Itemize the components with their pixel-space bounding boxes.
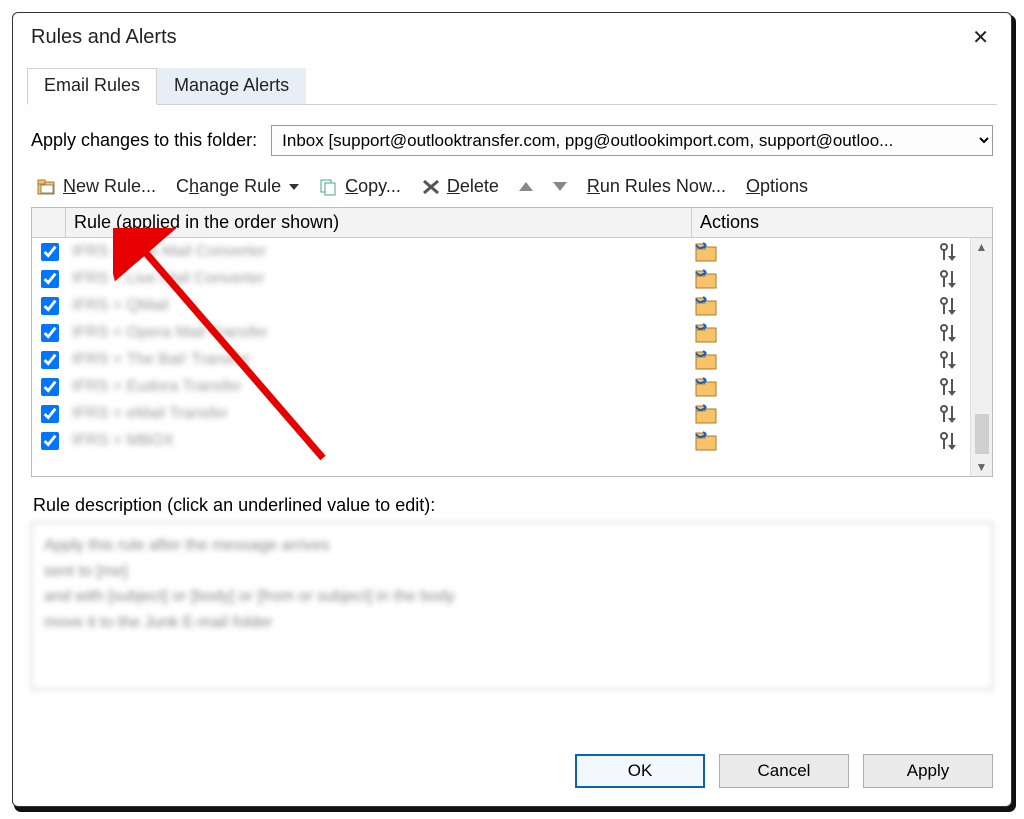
options-button[interactable]: Options <box>742 174 812 199</box>
new-rule-icon <box>37 178 57 196</box>
action-move-to-folder-icon <box>692 268 720 290</box>
rules-body: IFRS = Map Mail Converter IFRS = Live Mai… <box>32 238 992 476</box>
action-move-to-folder-icon <box>692 376 720 398</box>
arrow-up-icon <box>519 182 533 191</box>
change-rule-button[interactable]: Change Rule <box>172 174 303 199</box>
action-settings-icon <box>936 268 964 290</box>
table-row[interactable]: IFRS = The Bat! Transfer <box>32 346 992 373</box>
copy-icon <box>319 178 339 196</box>
tab-manage-alerts[interactable]: Manage Alerts <box>157 68 306 104</box>
table-row[interactable]: IFRS = Live Mail Converter <box>32 265 992 292</box>
ok-button[interactable]: OK <box>575 754 705 788</box>
action-move-to-folder-icon <box>692 241 720 263</box>
action-move-to-folder-icon <box>692 403 720 425</box>
table-row[interactable]: IFRS = MBOX <box>32 427 992 454</box>
table-row[interactable]: IFRS = Map Mail Converter <box>32 238 992 265</box>
col-checkbox <box>32 208 66 237</box>
dialog-title: Rules and Alerts <box>31 26 177 49</box>
close-icon[interactable]: ✕ <box>966 23 995 52</box>
rule-checkbox[interactable] <box>32 402 66 426</box>
titlebar: Rules and Alerts ✕ <box>13 13 1011 56</box>
new-rule-button[interactable]: New Rule... <box>33 174 160 199</box>
rule-checkbox[interactable] <box>32 321 66 345</box>
rule-checkbox[interactable] <box>32 267 66 291</box>
action-settings-icon <box>936 403 964 425</box>
action-settings-icon <box>936 241 964 263</box>
scroll-down-icon[interactable]: ▼ <box>974 458 990 476</box>
chevron-down-icon <box>289 184 299 190</box>
move-up-button[interactable] <box>515 180 537 193</box>
rule-checkbox[interactable] <box>32 294 66 318</box>
table-row[interactable]: IFRS = Opera Mail Transfer <box>32 319 992 346</box>
table-row[interactable]: IFRS = Eudora Transfer <box>32 373 992 400</box>
tab-strip: Email Rules Manage Alerts <box>27 68 997 105</box>
rules-and-alerts-dialog: Rules and Alerts ✕ Email Rules Manage Al… <box>12 12 1012 807</box>
scrollbar[interactable]: ▲ ▼ <box>970 238 992 476</box>
table-row[interactable]: IFRS = QMail <box>32 292 992 319</box>
rules-header: Rule (applied in the order shown) Action… <box>32 208 992 238</box>
delete-button[interactable]: Delete <box>417 174 503 199</box>
rule-description-box[interactable]: Apply this rule after the message arrive… <box>31 522 993 690</box>
rule-description-label: Rule description (click an underlined va… <box>33 495 991 516</box>
table-row[interactable]: IFRS = eMail Transfer <box>32 400 992 427</box>
rule-description-line: sent to [me] <box>44 559 980 585</box>
apply-button[interactable]: Apply <box>863 754 993 788</box>
rule-name: IFRS = The Bat! Transfer <box>66 351 692 369</box>
rule-name: IFRS = Map Mail Converter <box>66 243 692 261</box>
rule-name: IFRS = eMail Transfer <box>66 405 692 423</box>
rule-description-line: Apply this rule after the message arrive… <box>44 533 980 559</box>
arrow-down-icon <box>553 182 567 191</box>
dialog-buttons: OK Cancel Apply <box>13 738 1011 806</box>
dialog-content: Apply changes to this folder: Inbox [sup… <box>13 105 1011 738</box>
rule-name: IFRS = MBOX <box>66 432 692 450</box>
action-move-to-folder-icon <box>692 322 720 344</box>
rule-name: IFRS = Live Mail Converter <box>66 270 692 288</box>
action-settings-icon <box>936 376 964 398</box>
rule-checkbox[interactable] <box>32 429 66 453</box>
action-settings-icon <box>936 430 964 452</box>
action-settings-icon <box>936 295 964 317</box>
cancel-button[interactable]: Cancel <box>719 754 849 788</box>
rule-name: IFRS = QMail <box>66 297 692 315</box>
apply-folder-row: Apply changes to this folder: Inbox [sup… <box>31 125 993 156</box>
rules-list: Rule (applied in the order shown) Action… <box>31 207 993 477</box>
action-move-to-folder-icon <box>692 349 720 371</box>
rule-checkbox[interactable] <box>32 348 66 372</box>
action-settings-icon <box>936 349 964 371</box>
rule-description-line: move it to the Junk E-mail folder <box>44 610 980 636</box>
col-rule[interactable]: Rule (applied in the order shown) <box>66 208 692 237</box>
action-move-to-folder-icon <box>692 430 720 452</box>
tab-email-rules[interactable]: Email Rules <box>27 68 157 105</box>
rule-checkbox[interactable] <box>32 240 66 264</box>
run-rules-now-button[interactable]: Run Rules Now... <box>583 174 730 199</box>
scroll-up-icon[interactable]: ▲ <box>974 238 990 256</box>
action-move-to-folder-icon <box>692 295 720 317</box>
scroll-thumb[interactable] <box>975 414 989 454</box>
rule-checkbox[interactable] <box>32 375 66 399</box>
delete-icon <box>421 178 441 196</box>
apply-folder-select[interactable]: Inbox [support@outlooktransfer.com, ppg@… <box>271 125 993 156</box>
rule-name: IFRS = Eudora Transfer <box>66 378 692 396</box>
col-actions[interactable]: Actions <box>692 208 992 237</box>
rule-description-line: and with [subject] or [body] or [from or… <box>44 584 980 610</box>
apply-folder-label: Apply changes to this folder: <box>31 130 257 151</box>
rule-name: IFRS = Opera Mail Transfer <box>66 324 692 342</box>
rules-toolbar: New Rule... Change Rule Copy... Delete <box>29 170 995 207</box>
copy-button[interactable]: Copy... <box>315 174 405 199</box>
move-down-button[interactable] <box>549 180 571 193</box>
action-settings-icon <box>936 322 964 344</box>
